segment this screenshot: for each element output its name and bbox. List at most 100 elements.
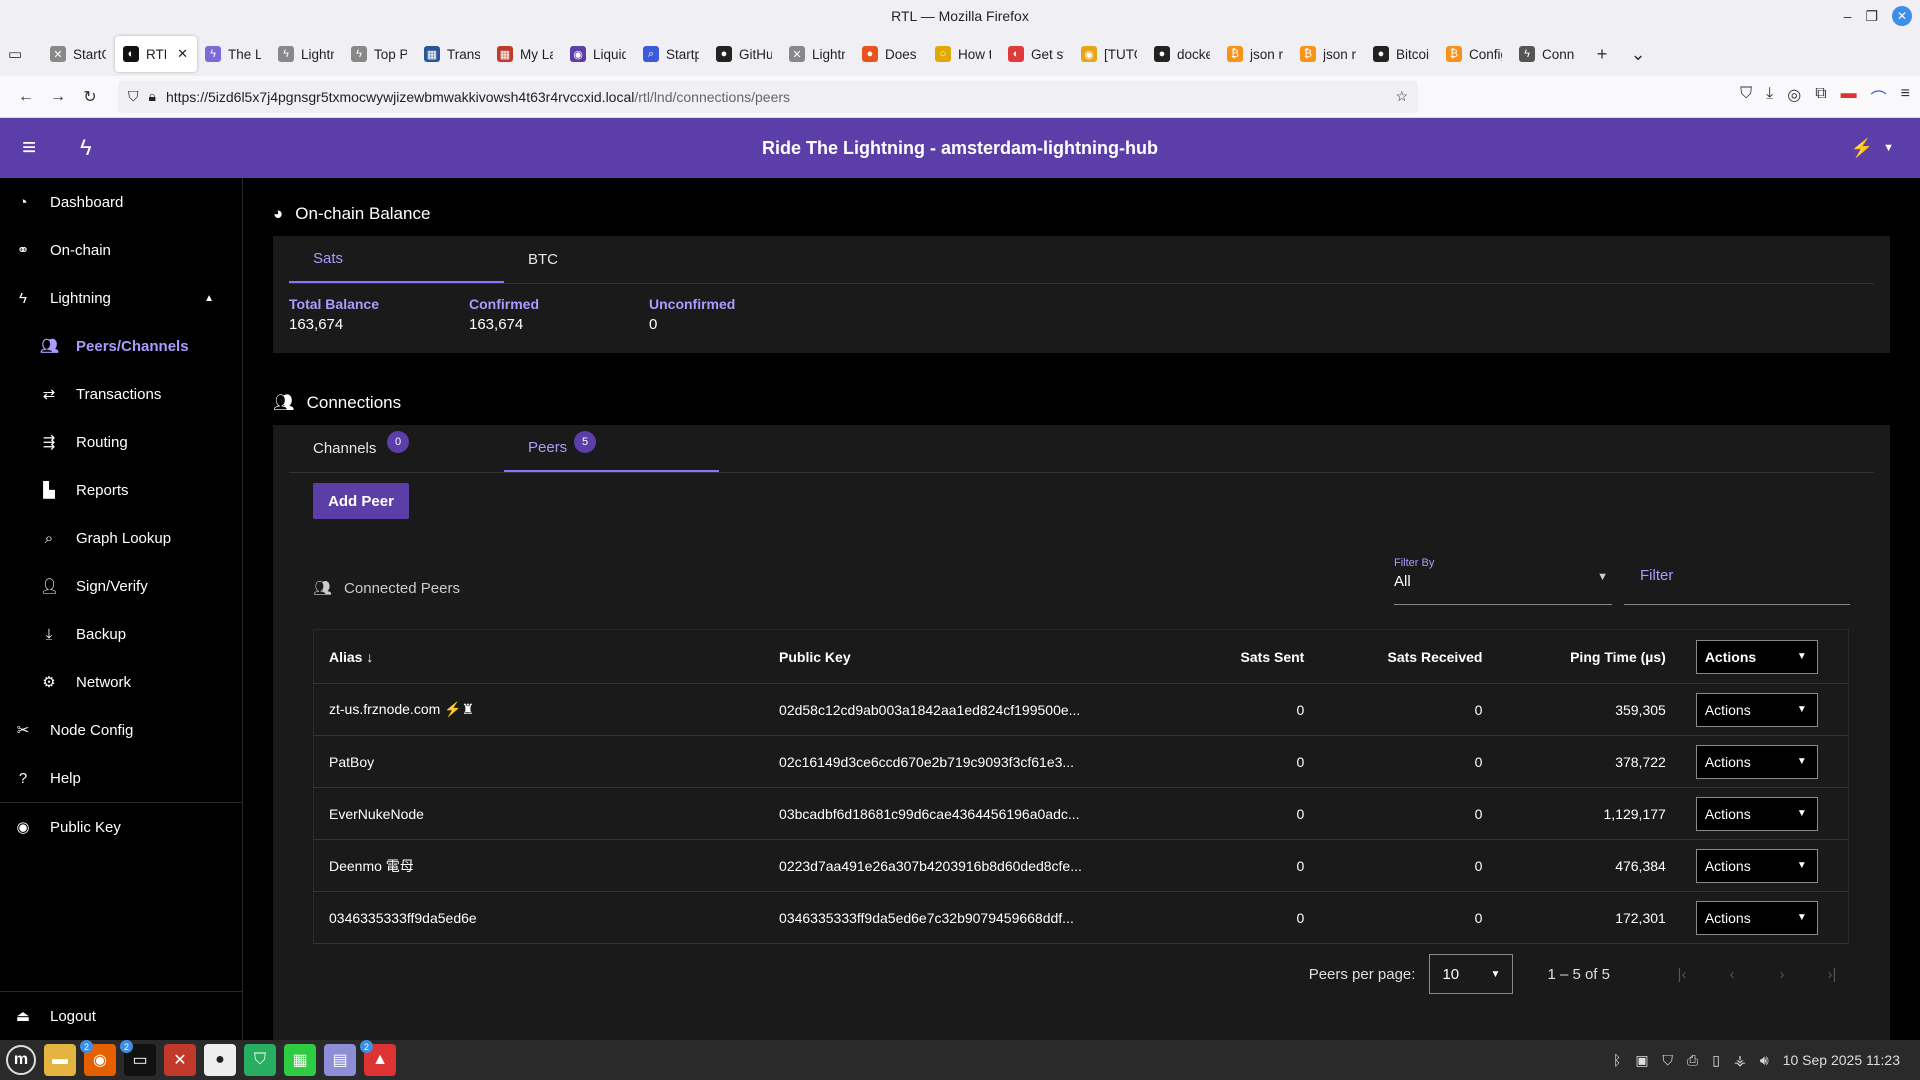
sidebar-item-routing[interactable]: ⇶ Routing <box>0 418 242 466</box>
shield-icon[interactable]: ⛉ <box>128 88 139 105</box>
list-all-tabs-icon[interactable]: ⌄ <box>1620 44 1656 65</box>
back-icon[interactable]: ← <box>10 88 42 106</box>
extensions-icon[interactable]: ⧉ <box>1815 85 1826 109</box>
network-icon[interactable]: ⚶ <box>1734 1052 1746 1069</box>
sidebar-item-network[interactable]: ⚙ Network <box>0 658 242 706</box>
browser-tab[interactable]: ⌕ Startpa <box>635 36 708 72</box>
terminal-app-icon[interactable]: 2 ▭ <box>120 1040 156 1076</box>
sidebar-item-public-key[interactable]: ◉ Public Key <box>0 803 242 851</box>
browser-tab[interactable]: ▦ My Las <box>489 36 562 72</box>
sidebar-item-reports[interactable]: ▙ Reports <box>0 466 242 514</box>
tab-peers[interactable]: Peers 5 <box>504 425 719 472</box>
add-peer-button[interactable]: Add Peer <box>313 483 409 519</box>
last-page-icon[interactable]: ›| <box>1814 966 1850 983</box>
forward-icon[interactable]: → <box>42 88 74 106</box>
spreadsheet-app-icon[interactable]: ▦ <box>284 1044 316 1076</box>
actions-header-select[interactable]: Actions ▼ <box>1695 639 1818 674</box>
table-row[interactable]: 0346335333ff9da5ed6e 0346335333ff9da5ed6e… <box>313 891 1849 944</box>
browser-tab[interactable]: ✕ StartO <box>42 36 115 72</box>
browser-tab[interactable]: ϟ Lightni <box>270 36 343 72</box>
downloads-icon[interactable]: ⤓ <box>1766 85 1773 109</box>
account-icon[interactable]: ◎ <box>1787 85 1801 109</box>
hamburger-menu-icon[interactable]: ≡ <box>22 134 62 162</box>
browser-tab[interactable]: ○ How to <box>927 36 1000 72</box>
close-tab-icon[interactable]: ✕ <box>177 46 188 62</box>
row-actions-select[interactable]: Actions ▼ <box>1695 848 1818 883</box>
browser-tab[interactable]: ₿ Config <box>1438 36 1511 72</box>
sidebar-item-peers-channels[interactable]: 👥︎ Peers/Channels <box>0 322 242 370</box>
browser-tab[interactable]: ◉ Liquidi <box>562 36 635 72</box>
pubkey-column-header[interactable]: Public Key <box>764 629 1205 684</box>
lock-icon[interactable]: 🔒︎ <box>149 88 156 105</box>
printer-icon[interactable]: ⎙ <box>1687 1052 1698 1069</box>
node-menu[interactable]: ⚡ ▼ <box>1851 138 1894 159</box>
browser-tab[interactable]: ◉ [TUTO <box>1073 36 1146 72</box>
alias-column-header[interactable]: Alias ↓ <box>313 629 765 684</box>
table-row[interactable]: PatBoy 02c16149d3ce6ccd670e2b719c9093f3cf… <box>313 735 1849 788</box>
bluetooth-icon[interactable]: ᛒ <box>1613 1052 1621 1068</box>
browser-tab[interactable]: ● Does Li <box>854 36 927 72</box>
browser-tab[interactable]: ● docker <box>1146 36 1219 72</box>
sidebar-item-backup[interactable]: ⤓ Backup <box>0 610 242 658</box>
filter-input[interactable]: Filter <box>1624 553 1850 605</box>
image-viewer-app-icon[interactable]: 2 ▲ <box>360 1040 396 1076</box>
url-bar[interactable]: ⛉ 🔒︎ https://5izd6l5x7j4pgnsgr5txmocwywj… <box>118 80 1418 113</box>
first-page-icon[interactable]: |‹ <box>1664 966 1700 983</box>
extension-blue-icon[interactable]: ⌒ <box>1871 85 1887 109</box>
extension-red-icon[interactable]: ▬ <box>1841 85 1857 109</box>
table-row[interactable]: zt-us.frznode.com ⚡♜ 02d58c12cd9ab003a184… <box>313 683 1849 736</box>
table-row[interactable]: EverNukeNode 03bcadbf6d18681c99d6cae43644… <box>313 787 1849 840</box>
row-actions-select[interactable]: Actions ▼ <box>1695 796 1818 831</box>
browser-tab[interactable]: ● Bitcoin <box>1365 36 1438 72</box>
xmind-app-icon[interactable]: ✕ <box>164 1044 196 1076</box>
text-editor-app-icon[interactable]: ▤ <box>324 1044 356 1076</box>
menu-icon[interactable]: ≡ <box>1901 85 1910 109</box>
sidebar-item-node-config[interactable]: ✂ Node Config <box>0 706 242 754</box>
sidebar-item-logout[interactable]: ⏏ Logout <box>0 992 242 1040</box>
tab-btc[interactable]: BTC <box>504 236 719 283</box>
sats-received-column-header[interactable]: Sats Received <box>1319 629 1498 684</box>
browser-tab[interactable]: ◐ RTL ✕ <box>115 36 197 72</box>
sats-sent-column-header[interactable]: Sats Sent <box>1204 629 1320 684</box>
reload-icon[interactable]: ↻ <box>74 87 106 107</box>
browser-tab[interactable]: ◐ Get sta <box>1000 36 1073 72</box>
ping-column-header[interactable]: Ping Time (µs) <box>1497 629 1681 684</box>
rtl-logo-icon[interactable]: ϟ <box>80 135 92 161</box>
shield-icon[interactable]: ⛉ <box>1663 1052 1674 1069</box>
sidebar-item-help[interactable]: ? Help <box>0 754 242 802</box>
row-actions-select[interactable]: Actions ▼ <box>1695 900 1818 935</box>
bookmark-star-icon[interactable]: ☆ <box>1395 88 1408 105</box>
firefox-app-icon[interactable]: 2 ◉ <box>80 1040 116 1076</box>
browser-tab[interactable]: ● GitHub <box>708 36 781 72</box>
volume-icon[interactable]: 🔊︎ <box>1760 1052 1769 1069</box>
browser-tab[interactable]: ₿ json rp <box>1219 36 1292 72</box>
battery-icon[interactable]: ▯ <box>1712 1052 1720 1069</box>
new-tab-icon[interactable]: + <box>1584 44 1620 65</box>
prev-page-icon[interactable]: ‹ <box>1714 966 1750 983</box>
next-page-icon[interactable]: › <box>1764 966 1800 983</box>
maximize-icon[interactable]: ❐ <box>1865 8 1878 25</box>
browser-tab[interactable]: ✕ Lightni <box>781 36 854 72</box>
sidebar-item-sign-verify[interactable]: 👤︎ Sign/Verify <box>0 562 242 610</box>
pocket-icon[interactable]: ⛉ <box>1740 85 1752 109</box>
filter-by-select[interactable]: Filter By All ▼ <box>1394 553 1612 605</box>
vpn-app-icon[interactable]: ⛉ <box>244 1044 276 1076</box>
url-text[interactable]: https://5izd6l5x7j4pgnsgr5txmocwywjizewb… <box>166 89 1385 105</box>
ghost-app-icon[interactable]: ● <box>204 1044 236 1076</box>
per-page-select[interactable]: 10 ▼ <box>1429 954 1514 994</box>
row-actions-select[interactable]: Actions ▼ <box>1695 692 1818 727</box>
sidebar-item-transactions[interactable]: ⇄ Transactions <box>0 370 242 418</box>
clipboard-icon[interactable]: ▣ <box>1635 1052 1648 1069</box>
row-actions-select[interactable]: Actions ▼ <box>1695 744 1818 779</box>
files-app-icon[interactable]: ▬ <box>44 1044 76 1076</box>
browser-tab[interactable]: ₿ json rp <box>1292 36 1365 72</box>
sidebar-item-on-chain[interactable]: ⚭ On-chain <box>0 226 242 274</box>
tab-sats[interactable]: Sats <box>289 236 504 283</box>
sidebar-item-graph-lookup[interactable]: ⌕ Graph Lookup <box>0 514 242 562</box>
browser-tab[interactable]: ▦ Transa <box>416 36 489 72</box>
tab-list-icon[interactable]: ▭ <box>8 45 32 63</box>
start-menu-icon[interactable]: m <box>6 1045 36 1075</box>
browser-tab[interactable]: ϟ The Lo <box>197 36 270 72</box>
browser-tab[interactable]: ϟ Top Pe <box>343 36 416 72</box>
minimize-icon[interactable]: – <box>1844 8 1852 24</box>
